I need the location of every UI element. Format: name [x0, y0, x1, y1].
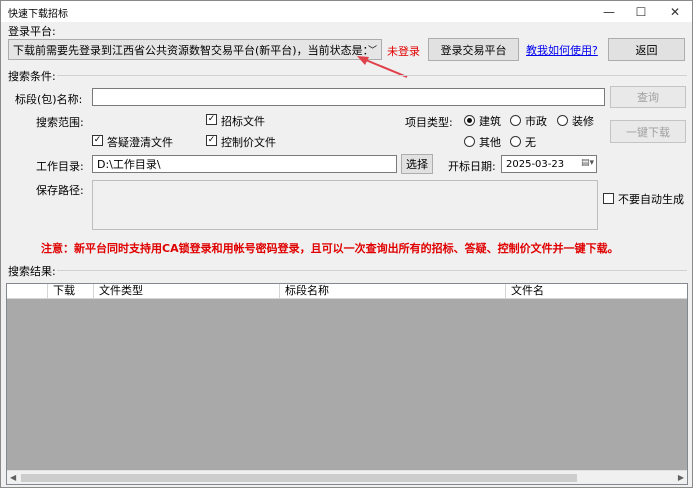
scope-qa-label: 答疑澄清文件 [107, 136, 173, 149]
auto-generate-label: 不要自动生成 [618, 193, 684, 206]
save-path-box[interactable] [92, 180, 598, 230]
type-decoration-label: 装修 [572, 115, 594, 128]
results-table-header: 下载 文件类型 标段名称 文件名 [7, 284, 687, 299]
type-none-radio[interactable] [510, 136, 521, 147]
title-bar: 快速下载招标 — ☐ ✕ [1, 1, 692, 22]
select-dir-button[interactable]: 选择 [401, 154, 433, 174]
maximize-button[interactable]: ☐ [626, 1, 656, 22]
login-platform-button[interactable]: 登录交易平台 [428, 38, 519, 61]
type-municipal-label: 市政 [525, 115, 547, 128]
type-building-label: 建筑 [479, 115, 501, 128]
pointer-arrow-icon [357, 56, 408, 78]
close-button[interactable]: ✕ [660, 1, 690, 22]
calendar-dropdown-icon: ▤▾ [580, 158, 594, 168]
scope-qa-checkbox[interactable]: ✓ [92, 135, 103, 146]
date-picker[interactable]: 2025-03-23 ▤▾ [501, 155, 597, 173]
name-input[interactable] [92, 88, 605, 106]
column-file-type[interactable]: 文件类型 [93, 284, 279, 299]
back-button[interactable]: 返回 [608, 38, 685, 61]
date-label: 开标日期: [448, 160, 496, 173]
help-link[interactable]: 教我如何使用? [526, 42, 598, 58]
name-label: 标段(包)名称: [15, 93, 83, 106]
notice-text: 注意：新平台同时支持用CA锁登录和用帐号密码登录，且可以一次查询出所有的招标、答… [41, 242, 619, 255]
type-municipal-radio[interactable] [510, 115, 521, 126]
main-window: 快速下载招标 — ☐ ✕ 登录平台: 下载前需要先登录到江西省公共资源数智交易平… [0, 0, 693, 488]
type-building-radio[interactable] [464, 115, 475, 126]
scope-tender-checkbox[interactable]: ✓ [206, 114, 217, 125]
auto-generate-checkbox[interactable] [603, 193, 614, 204]
scope-price-label: 控制价文件 [221, 136, 276, 149]
type-other-radio[interactable] [464, 136, 475, 147]
horizontal-scrollbar[interactable]: ◀ ▶ [7, 470, 687, 484]
search-group-divider [57, 75, 687, 76]
type-decoration-radio[interactable] [557, 115, 568, 126]
workdir-label: 工作目录: [36, 160, 84, 173]
row-header-column [7, 284, 47, 299]
minimize-button[interactable]: — [594, 1, 624, 22]
results-group-label: 搜索结果: [8, 265, 56, 278]
column-download[interactable]: 下载 [47, 284, 93, 299]
results-group-divider [57, 270, 687, 271]
type-label: 项目类型: [405, 116, 453, 129]
platform-dropdown[interactable]: 下载前需要先登录到江西省公共资源数智交易平台(新平台)，当前状态是： ﹀ [8, 39, 382, 60]
workdir-input-value: D:\工作目录\ [97, 158, 161, 171]
scroll-right-icon[interactable]: ▶ [678, 473, 684, 482]
date-picker-value: 2025-03-23 [506, 158, 565, 170]
scrollbar-thumb[interactable] [21, 474, 577, 482]
save-path-label: 保存路径: [36, 184, 84, 197]
type-other-label: 其他 [479, 136, 501, 149]
platform-dropdown-value: 下载前需要先登录到江西省公共资源数智交易平台(新平台)，当前状态是： [13, 43, 374, 57]
one-click-download-button[interactable]: 一键下载 [610, 120, 686, 143]
window-title: 快速下载招标 [8, 9, 68, 20]
workdir-input[interactable]: D:\工作目录\ [92, 155, 397, 173]
type-none-label: 无 [525, 136, 536, 149]
scope-price-checkbox[interactable]: ✓ [206, 135, 217, 146]
column-section-name[interactable]: 标段名称 [279, 284, 505, 299]
scope-tender-label: 招标文件 [221, 115, 265, 128]
column-file-name[interactable]: 文件名 [505, 284, 687, 299]
scroll-left-icon[interactable]: ◀ [10, 473, 16, 482]
login-group-label: 登录平台: [8, 25, 56, 38]
query-button[interactable]: 查询 [610, 86, 686, 108]
scope-label: 搜索范围: [36, 116, 84, 129]
search-group-label: 搜索条件: [8, 70, 56, 83]
results-table[interactable]: 下载 文件类型 标段名称 文件名 ◀ ▶ [6, 283, 688, 485]
